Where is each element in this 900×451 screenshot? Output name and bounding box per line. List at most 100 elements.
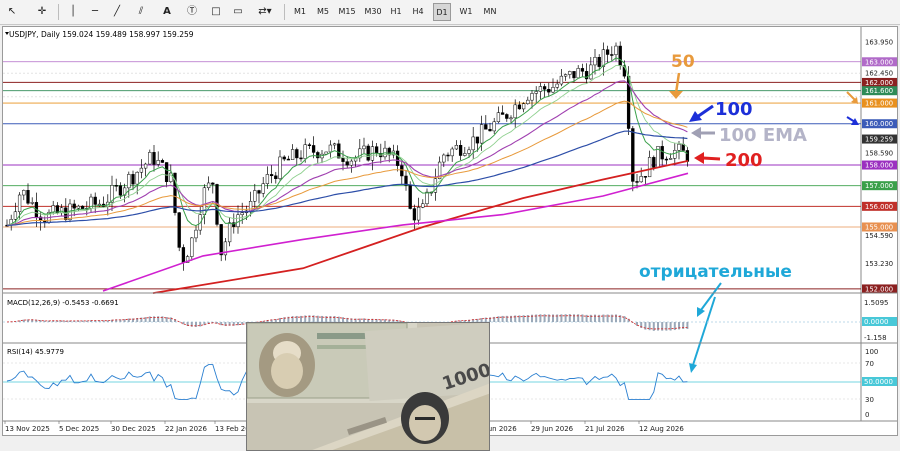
price-axis-label: 162.000 — [865, 79, 893, 87]
candle-body — [505, 114, 508, 118]
candle-body — [568, 71, 571, 74]
candle-body — [169, 173, 172, 182]
candle-body — [308, 145, 311, 146]
candle-body — [442, 155, 445, 162]
candle-body — [598, 57, 601, 66]
date-label: 30 Dec 2025 — [111, 425, 156, 433]
macd-bar — [569, 314, 571, 322]
vertical-line-icon[interactable]: │ — [66, 3, 80, 21]
candle-body — [644, 176, 647, 177]
macd-bar — [674, 322, 676, 330]
date-label: 21 Jul 2026 — [585, 425, 625, 433]
tf-m5[interactable]: M5 — [315, 3, 331, 21]
candle-body — [476, 137, 479, 143]
cursor-icon[interactable]: ↖ — [4, 3, 20, 21]
tf-d1[interactable]: D1 — [433, 3, 451, 21]
candle-body — [678, 144, 681, 150]
candle-body — [18, 195, 21, 212]
candle-body — [497, 113, 500, 122]
candle-body — [14, 212, 17, 220]
tf-m1[interactable]: M1 — [292, 3, 308, 21]
candle-body — [195, 230, 198, 238]
rsi-axis-70: 70 — [865, 360, 874, 368]
candle-body — [211, 183, 214, 184]
chart-window[interactable]: 163.950163.000162.450162.000161.600161.0… — [2, 26, 898, 436]
macd-axis-zero: 0.0000 — [864, 318, 889, 326]
candle-body — [132, 174, 135, 184]
annotation-50: 50 — [671, 52, 695, 72]
candle-body — [207, 183, 210, 188]
candle-body — [463, 153, 466, 155]
macd-bar — [665, 322, 667, 331]
text-icon[interactable]: A — [160, 3, 174, 21]
macd-axis-min: -1.158 — [864, 334, 887, 342]
candle-body — [350, 161, 353, 165]
tf-h4[interactable]: H4 — [410, 3, 426, 21]
annotation-100-ema: 100 EMA — [719, 125, 807, 146]
rectangle-icon[interactable]: □ — [208, 3, 224, 21]
candle-body — [304, 145, 307, 159]
candle-body — [144, 164, 147, 168]
candle-body — [577, 68, 580, 77]
toolbar: ↖ ✛ │ ─ ╱ ⫽ A Ⓣ □ ▭ ⇄▾ M1 M5 M15 M30 H1 … — [0, 0, 900, 25]
tf-m30[interactable]: M30 — [362, 3, 384, 21]
candle-body — [283, 157, 286, 159]
candle-body — [501, 113, 504, 115]
candle-body — [258, 191, 261, 194]
channel-icon[interactable]: ⫽ — [134, 3, 148, 21]
candle-body — [514, 105, 517, 118]
candle-body — [669, 158, 672, 159]
candle-body — [375, 147, 378, 154]
tf-mn[interactable]: MN — [481, 3, 499, 21]
candle-body — [686, 150, 689, 161]
candle-body — [484, 125, 487, 130]
candle-body — [518, 105, 521, 109]
candle-body — [148, 152, 151, 164]
candle-body — [396, 151, 399, 166]
candle-body — [73, 204, 76, 208]
candle-body — [539, 86, 542, 91]
candle-body — [615, 46, 618, 55]
candle-body — [665, 159, 668, 160]
candle-body — [648, 157, 651, 176]
candle-body — [610, 54, 613, 55]
label-icon[interactable]: Ⓣ — [184, 3, 200, 21]
date-label: 5 Dec 2025 — [59, 425, 99, 433]
trendline-icon[interactable]: ╱ — [110, 3, 124, 21]
candle-body — [161, 160, 164, 162]
tf-w1[interactable]: W1 — [457, 3, 475, 21]
candle-body — [426, 192, 429, 204]
candle-body — [31, 202, 34, 203]
candle-body — [81, 206, 84, 209]
macd-bar — [539, 314, 541, 322]
candle-body — [182, 247, 185, 262]
candle-body — [157, 160, 160, 164]
candle-body — [400, 166, 403, 176]
candle-body — [417, 207, 420, 220]
rectangle-filled-icon[interactable]: ▭ — [230, 3, 246, 21]
annotation-negative: отрицательные — [639, 262, 792, 282]
annotation-100: 100 — [715, 99, 753, 120]
crosshair-icon[interactable]: ✛ — [34, 3, 50, 21]
candle-body — [472, 137, 475, 150]
candle-body — [409, 185, 412, 208]
candle-body — [661, 146, 664, 159]
macd-bar — [661, 322, 663, 331]
candle-body — [652, 157, 655, 167]
horizontal-line-icon[interactable]: ─ — [88, 3, 102, 21]
banknotes-image: 1000 — [246, 322, 490, 451]
candle-body — [279, 157, 282, 179]
price-axis-label: 162.450 — [865, 70, 893, 78]
tf-h1[interactable]: H1 — [388, 3, 404, 21]
price-axis-label: 163.950 — [865, 39, 893, 47]
date-label: 22 Jan 2026 — [165, 425, 208, 433]
annotation-200: 200 — [725, 150, 763, 171]
macd-bar — [170, 317, 172, 322]
arrows-icon[interactable]: ⇄▾ — [254, 3, 276, 21]
candle-body — [119, 186, 122, 196]
tf-m15[interactable]: M15 — [336, 3, 358, 21]
price-axis-label: 158.000 — [865, 162, 893, 170]
candle-body — [127, 174, 130, 188]
candle-body — [493, 122, 496, 131]
candle-body — [337, 144, 340, 158]
